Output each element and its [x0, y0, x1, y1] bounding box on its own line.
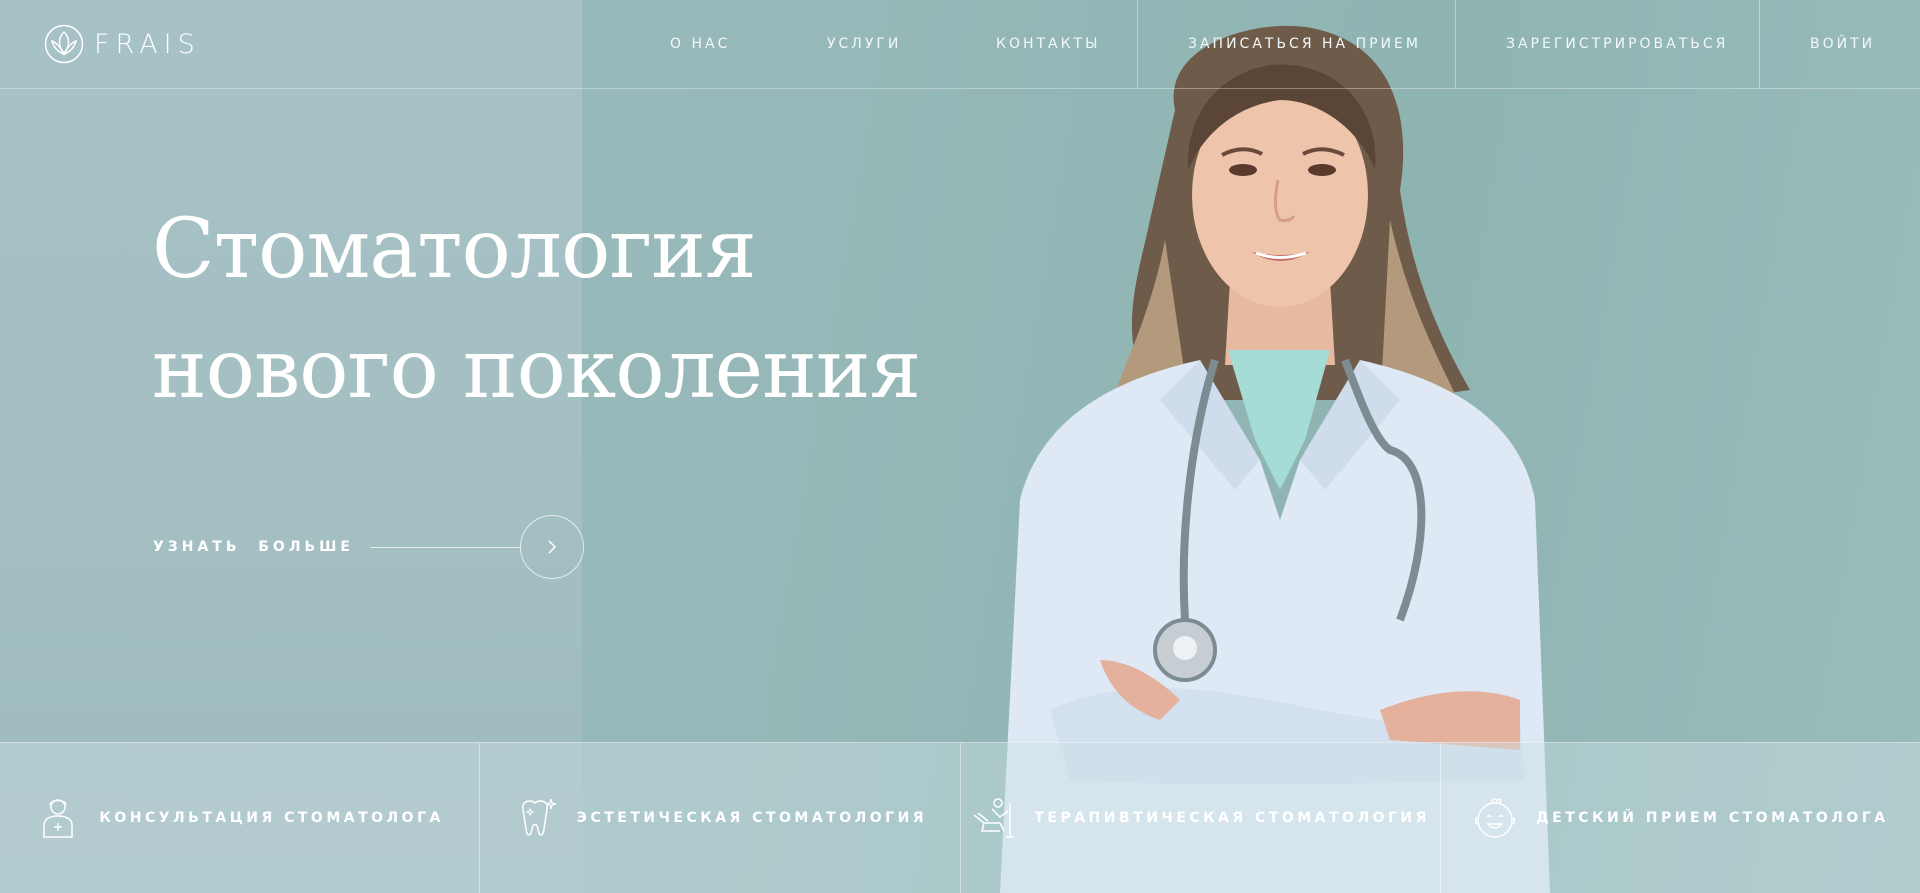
- logo[interactable]: FRAIS: [44, 22, 201, 66]
- service-aesthetic[interactable]: ЭСТЕТИЧЕСКАЯ СТОМАТОЛОГИЯ: [480, 742, 961, 893]
- service-therapeutic[interactable]: ТЕРАПИВТИЧЕСКАЯ СТОМАТОЛОГИЯ: [960, 742, 1441, 893]
- site-header: FRAIS О НАС УСЛУГИ КОНТАКТЫ ЗАПИСАТЬСЯ Н…: [0, 0, 1920, 89]
- nav-contacts[interactable]: КОНТАКТЫ: [996, 0, 1100, 88]
- learn-more-line: [370, 546, 520, 548]
- service-therapeutic-label: ТЕРАПИВТИЧЕСКАЯ СТОМАТОЛОГИЯ: [1034, 810, 1430, 826]
- hero-section: FRAIS О НАС УСЛУГИ КОНТАКТЫ ЗАПИСАТЬСЯ Н…: [0, 0, 1920, 893]
- service-children-label: ДЕТСКИЙ ПРИЕМ СТОМАТОЛОГА: [1536, 810, 1889, 826]
- nav-book-appointment[interactable]: ЗАПИСАТЬСЯ НА ПРИЕМ: [1188, 0, 1421, 88]
- service-aesthetic-label: ЭСТЕТИЧЕСКАЯ СТОМАТОЛОГИЯ: [576, 810, 928, 826]
- baby-face-icon: [1475, 798, 1516, 838]
- learn-more-label: УЗНАТЬ БОЛЬШЕ: [153, 539, 354, 555]
- chevron-right-icon: [548, 540, 557, 554]
- dental-chair-icon: [973, 798, 1015, 838]
- learn-more-button[interactable]: УЗНАТЬ БОЛЬШЕ: [153, 515, 584, 579]
- lotus-icon: [44, 24, 84, 64]
- nav-divider: [1455, 0, 1456, 88]
- nav-divider: [1759, 0, 1760, 88]
- nav-about[interactable]: О НАС: [670, 0, 730, 88]
- service-children[interactable]: ДЕТСКИЙ ПРИЕМ СТОМАТОЛОГА: [1440, 742, 1920, 893]
- nav-register[interactable]: ЗАРЕГИСТРИРОВАТЬСЯ: [1506, 0, 1728, 88]
- service-consultation-label: КОНСУЛЬТАЦИЯ СТОМАТОЛОГА: [99, 810, 444, 826]
- nav-login[interactable]: ВОЙТИ: [1810, 0, 1875, 88]
- brand-name: FRAIS: [94, 28, 201, 60]
- learn-more-circle[interactable]: [520, 515, 584, 579]
- service-consultation[interactable]: КОНСУЛЬТАЦИЯ СТОМАТОЛОГА: [0, 742, 481, 893]
- doctor-icon: [43, 799, 74, 838]
- hero-title-line2: нового поколения: [152, 322, 921, 417]
- nav-divider: [1137, 0, 1138, 88]
- nav-services[interactable]: УСЛУГИ: [827, 0, 901, 88]
- hero-title: Стоматология нового поколения: [152, 190, 921, 430]
- services-bar: КОНСУЛЬТАЦИЯ СТОМАТОЛОГА ЭСТЕТИЧЕСКАЯ СТ…: [0, 742, 1920, 893]
- sparkling-tooth-icon: [521, 798, 556, 836]
- hero-title-line1: Стоматология: [152, 202, 757, 297]
